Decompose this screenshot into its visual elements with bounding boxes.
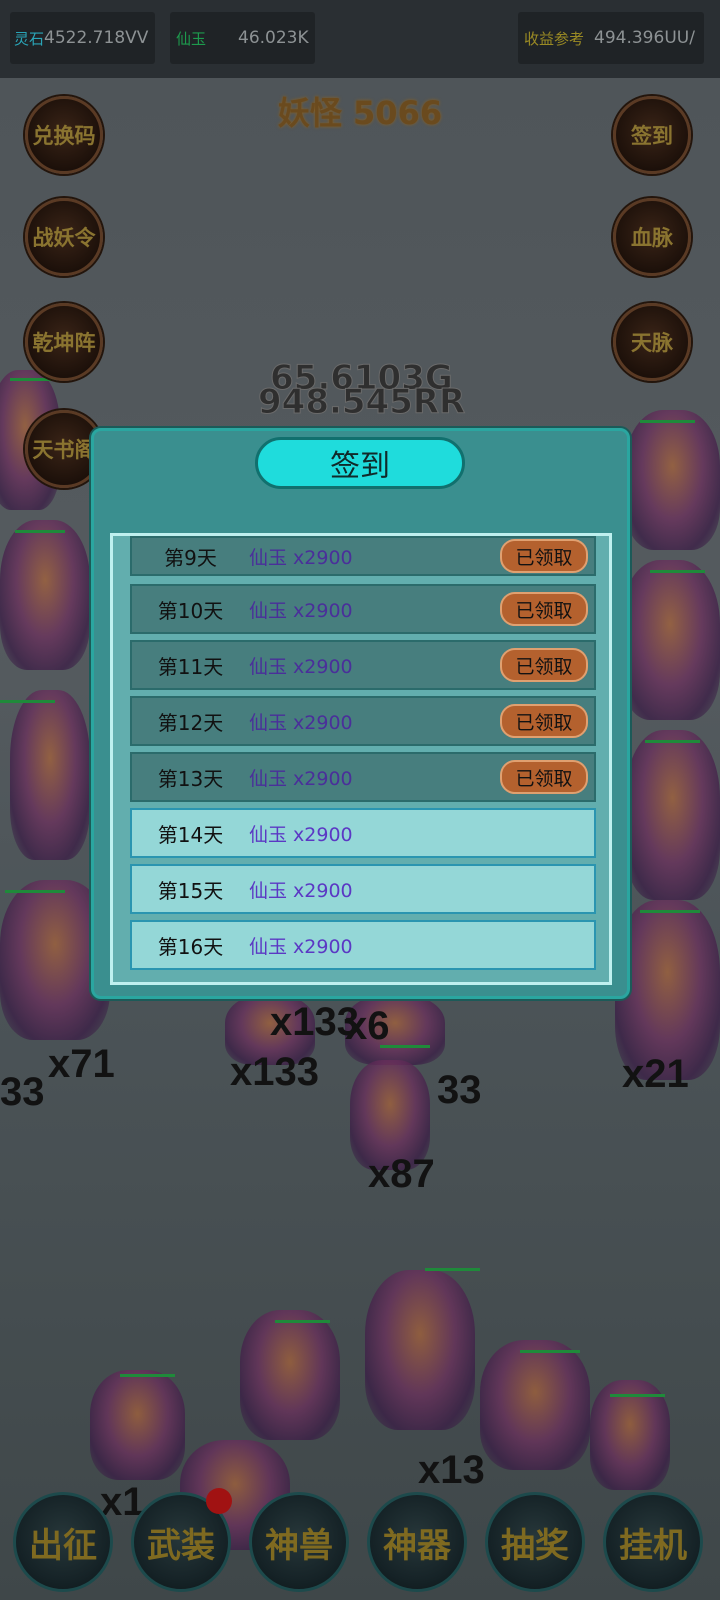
- unit-count: x6: [345, 1004, 390, 1048]
- tianmai-button[interactable]: 天脉: [613, 303, 691, 381]
- nav-expedition[interactable]: 出征: [13, 1492, 113, 1592]
- sign-in-row: 第12天 仙玉 x2900 已领取: [130, 696, 596, 746]
- hp-bar: [10, 378, 55, 381]
- hp-bar: [275, 1320, 330, 1323]
- reward-label: 仙玉 x2900: [249, 823, 353, 846]
- reward-label: 仙玉 x2900: [249, 879, 353, 902]
- sign-in-button[interactable]: 签到: [613, 96, 691, 174]
- reward-label: 仙玉 x2900: [249, 546, 353, 569]
- hp-bar: [0, 700, 55, 703]
- nav-beasts[interactable]: 神兽: [249, 1492, 349, 1592]
- sign-in-row: 第10天 仙玉 x2900 已领取: [130, 584, 596, 634]
- hero-figure: [0, 520, 90, 670]
- hp-bar: [610, 1394, 665, 1397]
- nav-idle[interactable]: 挂机: [603, 1492, 703, 1592]
- hero-figure: [90, 1370, 185, 1480]
- monster-figure: [625, 410, 720, 550]
- bloodline-button[interactable]: 血脉: [613, 198, 691, 276]
- hero-figure: [480, 1340, 590, 1470]
- sign-in-row: 第9天 仙玉 x2900 已领取: [130, 536, 596, 576]
- claimed-button[interactable]: 已领取: [500, 704, 588, 738]
- reward-label: 仙玉 x2900: [249, 935, 353, 958]
- hp-bar: [645, 740, 700, 743]
- hero-figure: [365, 1270, 475, 1430]
- nav-lottery[interactable]: 抽奖: [485, 1492, 585, 1592]
- day-label: 第15天: [157, 878, 224, 903]
- claimed-button[interactable]: 已领取: [500, 539, 588, 573]
- sign-in-row[interactable]: 第14天 仙玉 x2900: [130, 808, 596, 858]
- hero-figure: [10, 690, 90, 860]
- reward-label: 仙玉 x2900: [249, 711, 353, 734]
- redeem-code-button[interactable]: 兑换码: [25, 96, 103, 174]
- hero-figure: [240, 1310, 340, 1440]
- sign-in-row: 第11天 仙玉 x2900 已领取: [130, 640, 596, 690]
- sign-in-list[interactable]: 第9天 仙玉 x2900 已领取 第10天 仙玉 x2900 已领取 第11天 …: [110, 533, 612, 985]
- unit-count: x133: [230, 1050, 319, 1094]
- hp-bar: [650, 570, 705, 573]
- dialog-title: 签到: [255, 437, 465, 489]
- hp-bar: [15, 530, 65, 533]
- hp-bar: [520, 1350, 580, 1353]
- day-label: 第13天: [157, 766, 224, 791]
- claimed-button[interactable]: 已领取: [500, 760, 588, 794]
- hp-bar: [640, 910, 700, 913]
- battle-pass-button[interactable]: 战妖令: [25, 198, 103, 276]
- reward-label: 仙玉 x2900: [249, 655, 353, 678]
- reward-label: 仙玉 x2900: [249, 599, 353, 622]
- sign-in-row[interactable]: 第15天 仙玉 x2900: [130, 864, 596, 914]
- hp-bar: [120, 1374, 175, 1377]
- sign-in-row: 第13天 仙玉 x2900 已领取: [130, 752, 596, 802]
- day-label: 第9天: [164, 545, 217, 570]
- unit-count: x21: [622, 1052, 689, 1096]
- monster-counter: 妖怪 5066: [277, 94, 443, 132]
- day-label: 第16天: [157, 934, 224, 959]
- hp-bar: [425, 1268, 480, 1271]
- nav-artifacts[interactable]: 神器: [367, 1492, 467, 1592]
- notification-dot: [206, 1488, 232, 1514]
- day-label: 第12天: [157, 710, 224, 735]
- unit-count: x13: [418, 1448, 485, 1492]
- day-label: 第10天: [157, 598, 224, 623]
- formation-button[interactable]: 乾坤阵: [25, 303, 103, 381]
- unit-count: 33: [0, 1070, 45, 1114]
- monster-figure: [620, 560, 720, 720]
- unit-count: 33: [437, 1068, 482, 1112]
- hp-bar: [5, 890, 65, 893]
- claimed-button[interactable]: 已领取: [500, 592, 588, 626]
- unit-count: x87: [368, 1152, 435, 1196]
- hp-bar: [640, 420, 695, 423]
- claimed-button[interactable]: 已领取: [500, 648, 588, 682]
- day-label: 第14天: [157, 822, 224, 847]
- sign-in-row[interactable]: 第16天 仙玉 x2900: [130, 920, 596, 970]
- sign-in-dialog: 签到 第9天 仙玉 x2900 已领取 第10天 仙玉 x2900 已领取 第1…: [91, 428, 630, 999]
- day-label: 第11天: [157, 654, 224, 679]
- monster-figure: [625, 730, 720, 900]
- damage-number: 948.545RR: [257, 382, 466, 423]
- unit-count: x71: [48, 1042, 115, 1086]
- reward-label: 仙玉 x2900: [249, 767, 353, 790]
